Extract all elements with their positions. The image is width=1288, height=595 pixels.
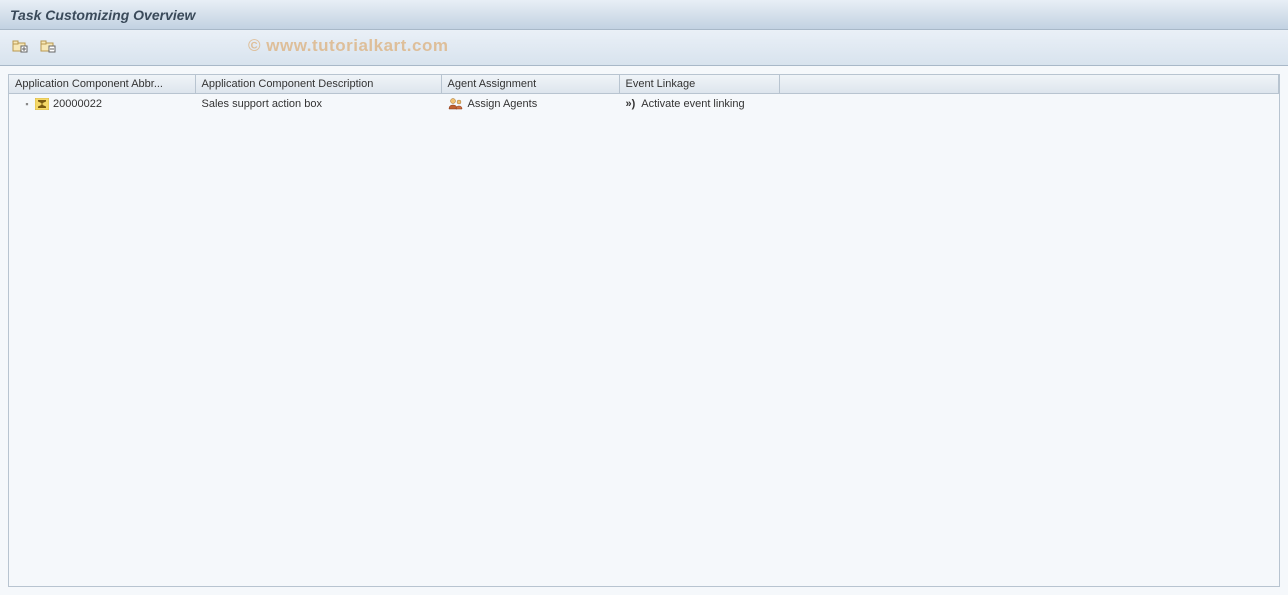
column-header-event[interactable]: Event Linkage [619,75,779,94]
page-title: Task Customizing Overview [10,7,195,23]
event-linkage-cell[interactable]: ») Activate event linking [626,98,773,110]
content-area: Application Component Abbr... Applicatio… [0,66,1288,595]
column-header-abbr[interactable]: Application Component Abbr... [9,75,195,94]
row-desc-value: Sales support action box [195,94,441,115]
task-table: Application Component Abbr... Applicatio… [9,75,1279,114]
expand-folder-icon [12,39,28,56]
table-container: Application Component Abbr... Applicatio… [8,74,1280,587]
expand-all-button[interactable] [10,38,30,58]
collapse-folder-icon [40,39,56,56]
table-row[interactable]: ▪ 20000022 Sales support action box [9,94,1279,115]
row-agent-value: Assign Agents [468,98,538,110]
column-header-empty [779,75,1279,94]
link-icon: ») [626,98,636,110]
toolbar: © www.tutorialkart.com [0,30,1288,66]
row-event-value: Activate event linking [641,98,744,110]
collapse-all-button[interactable] [38,38,58,58]
column-header-agent[interactable]: Agent Assignment [441,75,619,94]
row-abbr-value: 20000022 [53,98,102,110]
watermark-text: © www.tutorialkart.com [248,36,448,56]
agent-icon [448,97,464,111]
sigma-icon [35,98,49,110]
tree-bullet-icon: ▪ [23,99,31,109]
agent-assignment-cell[interactable]: Assign Agents [448,97,613,111]
title-bar: Task Customizing Overview [0,0,1288,30]
column-header-desc[interactable]: Application Component Description [195,75,441,94]
row-empty-cell [779,94,1279,115]
tree-cell-abbr: ▪ 20000022 [15,98,189,110]
